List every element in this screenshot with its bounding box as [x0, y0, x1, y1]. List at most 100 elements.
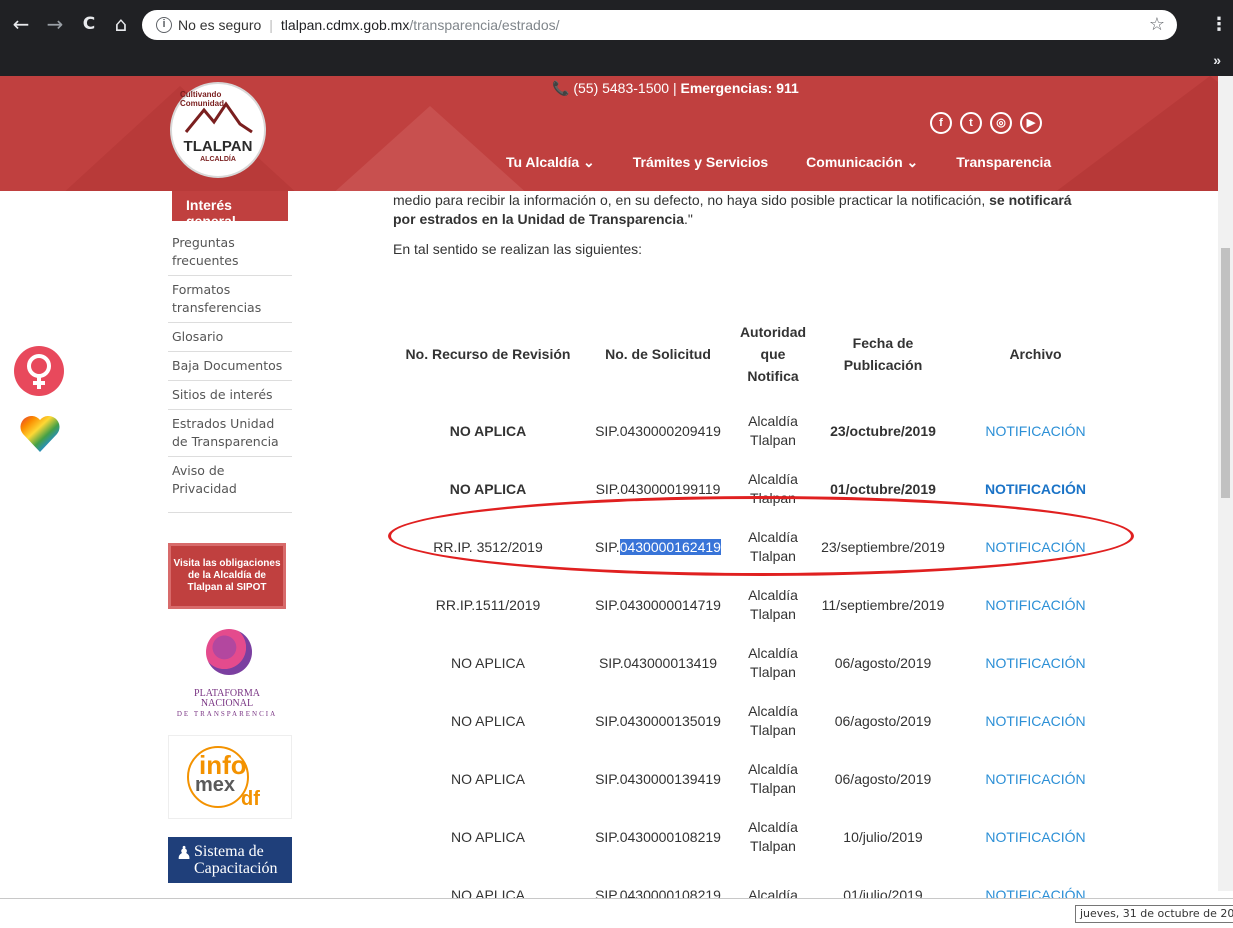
infomex-df: df	[241, 788, 260, 810]
twitter-icon[interactable]: t	[960, 112, 982, 134]
intro-bold-2: por estrados en la Unidad de Transparenc…	[393, 211, 684, 227]
notificacion-link[interactable]: NOTIFICACIÓN	[985, 423, 1085, 439]
cell-solicitud: SIP.0430000209419	[595, 422, 721, 439]
table-row: NO APLICA SIP.0430000108219 Alcaldía Tla…	[393, 808, 1118, 866]
tlalpan-logo[interactable]: Cultivando Comunidad TLALPAN ALCALDÍA	[170, 82, 266, 178]
back-icon[interactable]: ←	[8, 12, 34, 36]
cell-recurso: NO APLICA	[449, 422, 527, 439]
nav-tramites[interactable]: Trámites y Servicios	[633, 154, 768, 171]
cell-solicitud: SIP.043000013419	[598, 654, 718, 671]
female-symbol-icon[interactable]	[14, 346, 64, 396]
cell-archivo: NOTIFICACIÓN	[953, 402, 1118, 460]
cell-recurso: NO APLICA	[451, 828, 525, 845]
lead-paragraph: En tal sentido se realizan las siguiente…	[393, 241, 643, 257]
cell-autoridad: Alcaldía Tlalpan	[748, 645, 798, 680]
capacitacion-banner[interactable]: ♟ Sistema de Capacitación	[168, 837, 292, 883]
notificacion-link[interactable]: NOTIFICACIÓN	[985, 771, 1085, 787]
address-bar[interactable]: i No es seguro | tlalpan.cdmx.gob.mx/tra…	[142, 10, 1177, 40]
notificacion-link[interactable]: NOTIFICACIÓN	[985, 713, 1085, 729]
table-header-row: No. Recurso de Revisión No. de Solicitud…	[393, 306, 1118, 402]
sidebar-item-estrados[interactable]: Estrados Unidad de Transparencia	[168, 410, 292, 457]
cell-archivo: NOTIFICACIÓN	[953, 750, 1118, 808]
cell-archivo: NOTIFICACIÓN	[953, 808, 1118, 866]
reload-icon[interactable]: C	[76, 14, 102, 34]
cell-fecha: 06/agosto/2019	[834, 654, 932, 671]
logo-subtitle: ALCALDÍA	[200, 156, 236, 163]
rainbow-heart-icon[interactable]	[18, 412, 62, 456]
cell-autoridad: Alcaldía Tlalpan	[748, 413, 798, 448]
cell-recurso: NO APLICA	[451, 770, 525, 787]
sidebar-item-aviso[interactable]: Aviso de Privacidad	[168, 457, 292, 513]
bookmarks-bar: »	[0, 48, 1233, 76]
youtube-icon[interactable]: ▶	[1020, 112, 1042, 134]
cell-fecha: 10/julio/2019	[843, 828, 923, 845]
logo-name: TLALPAN	[183, 138, 253, 155]
cell-fecha: 06/agosto/2019	[834, 770, 932, 787]
notificacion-link[interactable]: NOTIFICACIÓN	[985, 481, 1086, 497]
header-autoridad: Autoridad que Notifica	[739, 324, 807, 384]
site-header: Cultivando Comunidad TLALPAN ALCALDÍA 📞 …	[0, 76, 1233, 191]
sipot-banner[interactable]: Visita las obligaciones de la Alcaldía d…	[168, 543, 286, 609]
cell-archivo: NOTIFICACIÓN	[953, 692, 1118, 750]
cell-recurso: NO APLICA	[451, 654, 525, 671]
female-symbol-glyph	[27, 354, 51, 389]
cell-archivo: NOTIFICACIÓN	[953, 634, 1118, 692]
sidebar-item-baja-documentos[interactable]: Baja Documentos	[168, 352, 292, 381]
pnt-line-1: PLATAFORMA NACIONAL	[194, 688, 260, 709]
browser-menu-icon[interactable]: ⋮	[1210, 14, 1228, 35]
nav-transparencia[interactable]: Transparencia	[956, 154, 1051, 171]
cell-fecha: 11/septiembre/2019	[821, 596, 945, 613]
date-tooltip: jueves, 31 de octubre de 2019	[1075, 905, 1233, 923]
bookmark-star-icon[interactable]: ☆	[1149, 14, 1165, 35]
table-row: NO APLICA SIP.043000013419 Alcaldía Tlal…	[393, 634, 1118, 692]
nav-comunicacion[interactable]: Comunicación ⌄	[806, 154, 918, 171]
pnt-line-2: DE TRANSPARENCIA	[176, 710, 278, 718]
sidebar-item-glosario[interactable]: Glosario	[168, 323, 292, 352]
intro-text-2: ."	[683, 211, 693, 227]
cell-solicitud: SIP.0430000139419	[595, 770, 721, 787]
cell-fecha: 06/agosto/2019	[834, 712, 932, 729]
person-icon: ♟	[176, 843, 193, 863]
notificacion-link[interactable]: NOTIFICACIÓN	[985, 829, 1085, 845]
url-separator: |	[269, 17, 273, 33]
bookmarks-overflow-icon[interactable]: »	[1213, 52, 1221, 68]
annotation-ellipse	[388, 496, 1134, 576]
pnt-label: PLATAFORMA NACIONAL DE TRANSPARENCIA	[168, 689, 286, 719]
cell-autoridad: Alcaldía Tlalpan	[748, 761, 798, 796]
cell-recurso: NO APLICA	[451, 712, 525, 729]
cell-fecha: 23/octubre/2019	[830, 422, 936, 439]
sidebar-item-preguntas[interactable]: Preguntas frecuentes	[168, 229, 292, 276]
social-links: f t ◎ ▶	[930, 112, 1042, 134]
cell-archivo: NOTIFICACIÓN	[953, 576, 1118, 634]
sidebar-header: Interés general	[172, 191, 288, 229]
forward-icon[interactable]: →	[42, 12, 68, 36]
home-icon[interactable]: ⌂	[108, 12, 134, 36]
cell-solicitud: SIP.0430000014719	[595, 596, 721, 613]
sidebar-item-formatos[interactable]: Formatos transferencias	[168, 276, 292, 323]
infomex-banner[interactable]: info mex df	[168, 735, 292, 819]
capacitacion-label: Sistema de Capacitación	[194, 843, 278, 877]
phone-icon: 📞	[552, 80, 570, 96]
header-decor	[1050, 76, 1233, 191]
window-bottom	[0, 898, 1233, 928]
intro-text-1: medio para recibir la información o, en …	[393, 192, 990, 208]
main-content: medio para recibir la información o, en …	[393, 191, 1193, 257]
security-label: No es seguro	[178, 17, 262, 33]
cell-autoridad: Alcaldía Tlalpan	[748, 819, 798, 854]
notificacion-link[interactable]: NOTIFICACIÓN	[985, 655, 1085, 671]
info-icon[interactable]: i	[156, 17, 172, 33]
pnt-banner[interactable]: PLATAFORMA NACIONAL DE TRANSPARENCIA	[168, 623, 286, 719]
facebook-icon[interactable]: f	[930, 112, 952, 134]
mountain-icon	[184, 101, 253, 134]
scrollbar-thumb[interactable]	[1221, 248, 1230, 498]
header-decor	[330, 106, 530, 191]
page-scrollbar[interactable]	[1218, 76, 1233, 891]
nav-tu-alcaldia[interactable]: Tu Alcaldía ⌄	[506, 154, 595, 171]
instagram-icon[interactable]: ◎	[990, 112, 1012, 134]
header-recurso: No. Recurso de Revisión	[405, 346, 571, 362]
notificacion-link[interactable]: NOTIFICACIÓN	[985, 597, 1085, 613]
table-row: NO APLICA SIP.0430000135019 Alcaldía Tla…	[393, 692, 1118, 750]
table-row: NO APLICA SIP.0430000209419 Alcaldía Tla…	[393, 402, 1118, 460]
cell-autoridad: Alcaldía Tlalpan	[748, 587, 798, 622]
sidebar-item-sitios[interactable]: Sitios de interés	[168, 381, 292, 410]
